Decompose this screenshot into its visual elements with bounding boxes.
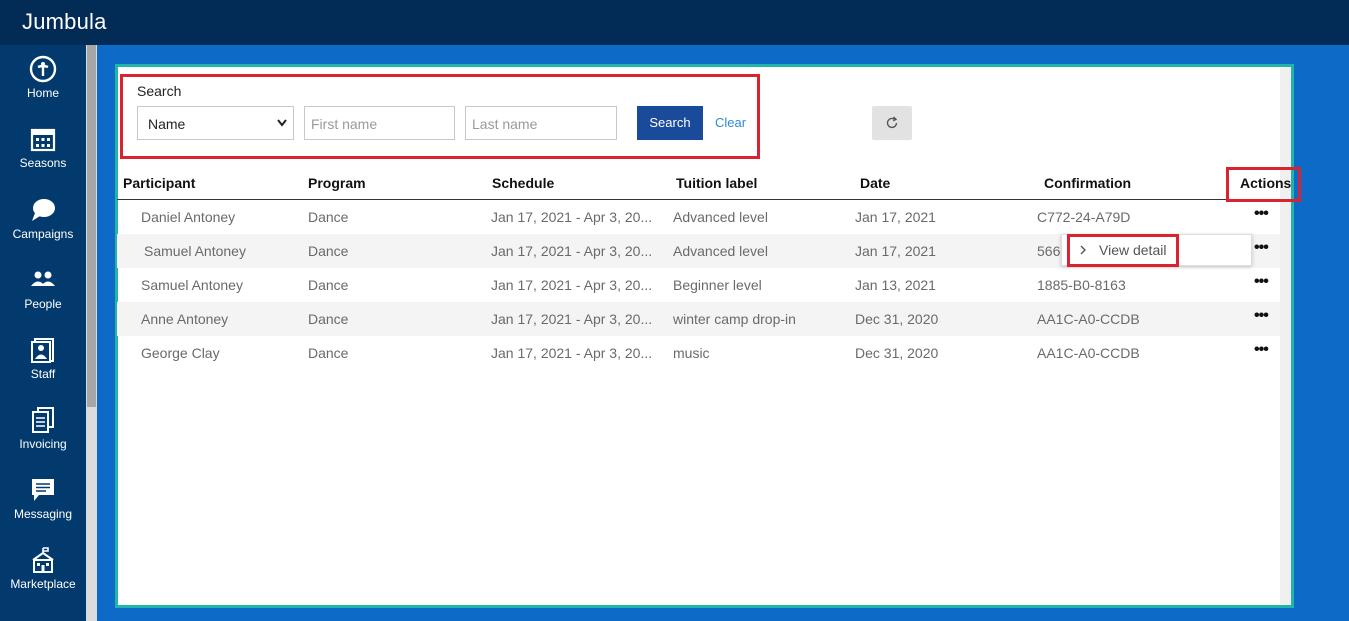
cell-participant: Anne Antoney	[141, 311, 229, 327]
sidebar-item-label: People	[24, 297, 62, 311]
sidebar-item-label: Messaging	[13, 507, 73, 521]
message-icon	[32, 479, 54, 501]
sidebar-item-messaging[interactable]: Messaging	[0, 476, 86, 542]
sidebar-scrollbar-thumb[interactable]	[87, 45, 96, 407]
cell-confirmation: AA1C-A0-CCDB	[1037, 345, 1140, 361]
cell-date: Dec 31, 2020	[855, 311, 939, 327]
table-row[interactable]: Anne Antoney Dance Jan 17, 2021 - Apr 3,…	[117, 302, 1280, 336]
cell-participant: Samuel Antoney	[144, 243, 246, 259]
cell-date: Jan 17, 2021	[855, 243, 936, 259]
actions-menu-icon[interactable]: •••	[1254, 240, 1269, 256]
cell-confirmation: C772-24-A79D	[1037, 209, 1131, 225]
actions-menu-icon[interactable]: •••	[1254, 308, 1269, 324]
refresh-button[interactable]	[872, 106, 912, 140]
cell-schedule: Jan 17, 2021 - Apr 3, 20...	[491, 311, 653, 327]
sidebar-item-home[interactable]: Home	[0, 55, 86, 121]
search-highlight-box	[120, 74, 760, 159]
school-icon	[32, 547, 54, 573]
cell-program: Dance	[308, 345, 349, 361]
staff-card-icon	[31, 338, 54, 363]
cell-program: Dance	[308, 311, 349, 327]
sidebar-item-label: Marketplace	[10, 577, 76, 591]
header-date: Date	[860, 175, 891, 191]
sidebar-item-staff[interactable]: Staff	[0, 336, 86, 402]
actions-menu-icon[interactable]: •••	[1254, 342, 1269, 358]
actions-highlight-box	[1226, 167, 1301, 202]
sidebar-item-label: Staff	[30, 367, 56, 381]
actions-menu-icon[interactable]: •••	[1254, 274, 1269, 290]
table-row[interactable]: Samuel Antoney Dance Jan 17, 2021 - Apr …	[117, 268, 1280, 302]
chat-bubble-icon	[32, 199, 55, 221]
cell-schedule: Jan 17, 2021 - Apr 3, 20...	[491, 345, 653, 361]
cell-tuition: Advanced level	[673, 243, 768, 259]
top-bar: Jumbula	[0, 0, 1349, 45]
sidebar-item-label: Home	[26, 86, 59, 100]
invoice-icon	[32, 407, 54, 433]
cell-program: Dance	[308, 243, 349, 259]
actions-menu-icon[interactable]: •••	[1254, 206, 1269, 222]
info-circle-icon	[29, 55, 57, 83]
table-row[interactable]: George Clay Dance Jan 17, 2021 - Apr 3, …	[117, 336, 1280, 370]
sidebar-item-label: Invoicing	[19, 437, 67, 451]
header-participant: Participant	[123, 175, 196, 191]
cell-program: Dance	[308, 209, 349, 225]
cell-schedule: Jan 17, 2021 - Apr 3, 20...	[491, 209, 653, 225]
cell-confirmation: 566	[1037, 243, 1061, 259]
table-row[interactable]: Daniel Antoney Dance Jan 17, 2021 - Apr …	[117, 200, 1280, 234]
view-detail-highlight-box	[1067, 234, 1179, 267]
sidebar-item-marketplace[interactable]: Marketplace	[0, 546, 86, 612]
cell-participant: Daniel Antoney	[141, 209, 236, 225]
sidebar-item-label: Campaigns	[12, 227, 74, 241]
cell-confirmation: AA1C-A0-CCDB	[1037, 311, 1140, 327]
cell-schedule: Jan 17, 2021 - Apr 3, 20...	[491, 277, 653, 293]
calendar-icon	[30, 128, 56, 152]
sidebar-item-people[interactable]: People	[0, 266, 86, 332]
people-icon	[31, 271, 55, 286]
cell-tuition: Beginner level	[673, 277, 762, 293]
cell-tuition: Advanced level	[673, 209, 768, 225]
cell-date: Dec 31, 2020	[855, 345, 939, 361]
refresh-icon	[886, 116, 898, 129]
sidebar: Home Seasons Campaigns People Staff Invo…	[0, 45, 86, 621]
cell-confirmation: 1885-B0-8163	[1037, 277, 1126, 293]
cell-date: Jan 13, 2021	[855, 277, 936, 293]
cell-tuition: music	[673, 345, 710, 361]
header-tuition-label: Tuition label	[676, 175, 758, 191]
app-title[interactable]: Jumbula	[22, 9, 107, 35]
cell-tuition: winter camp drop-in	[673, 311, 796, 327]
cell-date: Jan 17, 2021	[855, 209, 936, 225]
cell-participant: George Clay	[141, 345, 220, 361]
sidebar-item-label: Seasons	[19, 156, 67, 170]
cell-participant: Samuel Antoney	[141, 277, 243, 293]
header-schedule: Schedule	[492, 175, 555, 191]
sidebar-item-invoicing[interactable]: Invoicing	[0, 406, 86, 472]
header-confirmation: Confirmation	[1044, 175, 1132, 191]
sidebar-item-seasons[interactable]: Seasons	[0, 125, 86, 191]
header-program: Program	[308, 175, 366, 191]
sidebar-item-campaigns[interactable]: Campaigns	[0, 196, 86, 262]
cell-schedule: Jan 17, 2021 - Apr 3, 20...	[491, 243, 653, 259]
cell-program: Dance	[308, 277, 349, 293]
panel-scrollbar[interactable]	[1280, 67, 1291, 605]
